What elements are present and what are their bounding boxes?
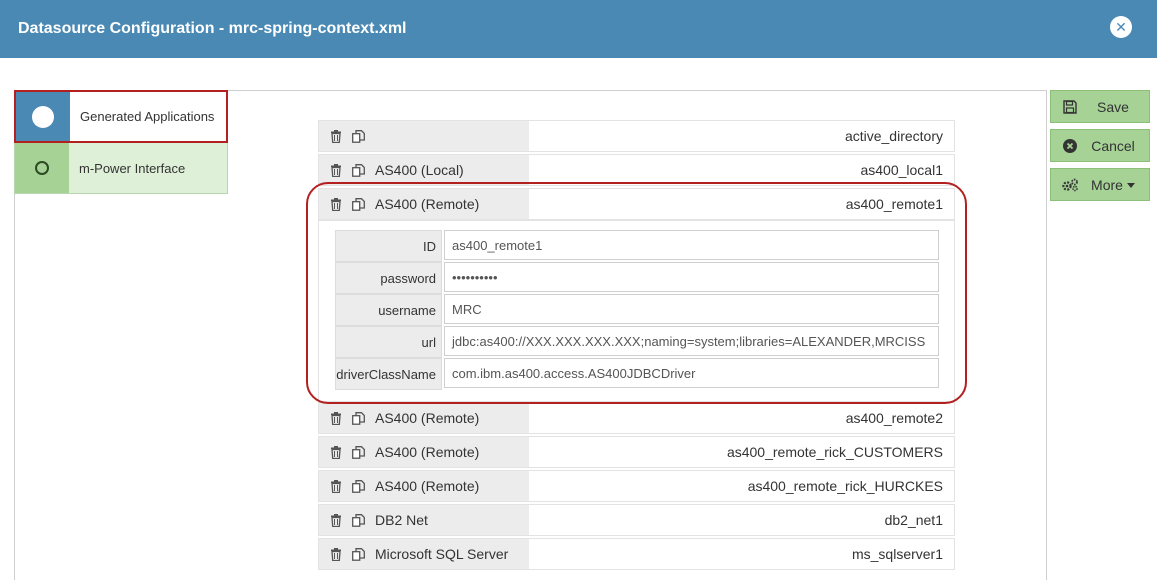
nav-item-label: m-Power Interface xyxy=(79,160,186,176)
datasource-row[interactable]: active_directory xyxy=(318,120,955,152)
floppy-icon xyxy=(1051,99,1089,114)
datasource-id: as400_remote_rick_CUSTOMERS xyxy=(726,444,943,460)
datasource-id: as400_remote2 xyxy=(845,410,943,426)
save-label: Save xyxy=(1097,98,1129,115)
copy-icon[interactable] xyxy=(351,129,365,143)
property-row-driverclassname: driverClassName com.ibm.as400.access.AS4… xyxy=(335,358,939,390)
property-row-password: password •••••••••• xyxy=(335,262,939,294)
cancel-label: Cancel xyxy=(1091,137,1135,154)
property-label: driverClassName xyxy=(335,358,442,390)
username-field[interactable]: MRC xyxy=(444,294,939,324)
title-bar: Datasource Configuration - mrc-spring-co… xyxy=(0,0,1157,58)
trash-icon[interactable] xyxy=(329,197,343,211)
property-row-username: username MRC xyxy=(335,294,939,326)
datasource-detail-panel: ID as400_remote1 password •••••••••• use… xyxy=(318,220,955,402)
datasource-type: AS400 (Local) xyxy=(375,162,464,178)
more-button[interactable]: More xyxy=(1050,168,1150,201)
datasource-id: active_directory xyxy=(844,128,943,144)
url-field[interactable]: jdbc:as400://XXX.XXX.XXX.XXX;naming=syst… xyxy=(444,326,939,356)
datasource-row[interactable]: Microsoft SQL Server ms_sqlserver1 xyxy=(318,538,955,570)
datasource-id: as400_local1 xyxy=(860,162,943,178)
datasource-id: as400_remote_rick_HURCKES xyxy=(747,478,943,494)
trash-icon[interactable] xyxy=(329,513,343,527)
save-button[interactable]: Save xyxy=(1050,90,1150,123)
trash-icon[interactable] xyxy=(329,479,343,493)
nav-item-generated-applications[interactable]: Generated Applications xyxy=(14,90,228,143)
datasource-id: as400_remote1 xyxy=(845,196,943,212)
copy-icon[interactable] xyxy=(351,163,365,177)
caret-down-icon xyxy=(1126,183,1135,189)
cancel-button[interactable]: Cancel xyxy=(1050,129,1150,162)
driver-class-name-field[interactable]: com.ibm.as400.access.AS400JDBCDriver xyxy=(444,358,939,388)
datasource-type: DB2 Net xyxy=(375,512,428,528)
trash-icon[interactable] xyxy=(329,445,343,459)
property-row-url: url jdbc:as400://XXX.XXX.XXX.XXX;naming=… xyxy=(335,326,939,358)
cancel-icon xyxy=(1051,138,1089,153)
property-label: url xyxy=(335,326,442,358)
datasource-row[interactable]: DB2 Net db2_net1 xyxy=(318,504,955,536)
more-label: More xyxy=(1089,177,1149,193)
copy-icon[interactable] xyxy=(351,411,365,425)
id-field[interactable]: as400_remote1 xyxy=(444,230,939,260)
datasource-row[interactable]: AS400 (Remote) as400_remote2 xyxy=(318,402,955,434)
datasource-type: AS400 (Remote) xyxy=(375,196,480,212)
datasource-type: AS400 (Remote) xyxy=(375,410,480,426)
property-label: username xyxy=(335,294,442,326)
copy-icon[interactable] xyxy=(351,197,365,211)
gears-icon xyxy=(1051,178,1089,192)
datasource-row-expanded[interactable]: AS400 (Remote) as400_remote1 xyxy=(318,188,955,220)
datasource-type: AS400 (Remote) xyxy=(375,478,480,494)
trash-icon[interactable] xyxy=(329,547,343,561)
radio-unselected-icon xyxy=(15,143,69,193)
copy-icon[interactable] xyxy=(351,547,365,561)
property-label: password xyxy=(335,262,442,294)
trash-icon[interactable] xyxy=(329,163,343,177)
copy-icon[interactable] xyxy=(351,445,365,459)
datasource-type: AS400 (Remote) xyxy=(375,444,480,460)
datasource-row[interactable]: AS400 (Remote) as400_remote_rick_HURCKES xyxy=(318,470,955,502)
password-field[interactable]: •••••••••• xyxy=(444,262,939,292)
datasource-row[interactable]: AS400 (Local) as400_local1 xyxy=(318,154,955,186)
copy-icon[interactable] xyxy=(351,479,365,493)
window-title: Datasource Configuration - mrc-spring-co… xyxy=(18,20,407,37)
trash-icon[interactable] xyxy=(329,129,343,143)
copy-icon[interactable] xyxy=(351,513,365,527)
datasource-id: db2_net1 xyxy=(884,512,943,528)
datasource-type: Microsoft SQL Server xyxy=(375,546,509,562)
property-label: ID xyxy=(335,230,442,262)
datasource-id: ms_sqlserver1 xyxy=(851,546,943,562)
property-row-id: ID as400_remote1 xyxy=(335,230,939,262)
datasource-row[interactable]: AS400 (Remote) as400_remote_rick_CUSTOME… xyxy=(318,436,955,468)
trash-icon[interactable] xyxy=(329,411,343,425)
nav-item-mpower-interface[interactable]: m-Power Interface xyxy=(14,143,228,194)
nav-item-label: Generated Applications xyxy=(80,109,215,124)
close-icon[interactable]: ✕ xyxy=(1110,16,1132,38)
radio-selected-icon xyxy=(16,92,70,141)
left-nav: Generated Applications m-Power Interface xyxy=(14,90,228,194)
